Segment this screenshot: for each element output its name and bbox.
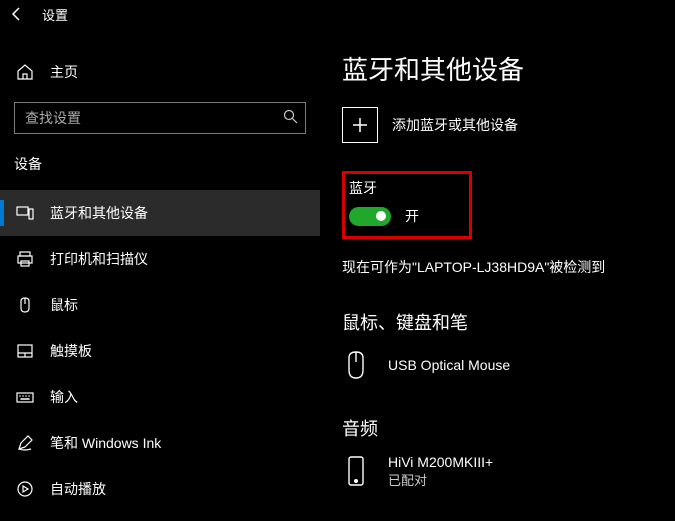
search-input[interactable] xyxy=(14,102,306,134)
device-name: USB Optical Mouse xyxy=(388,357,510,373)
mouse-device-icon xyxy=(342,347,370,383)
nav-item-mouse[interactable]: 鼠标 xyxy=(0,282,320,328)
autoplay-icon xyxy=(16,480,34,498)
bluetooth-toggle-row: 开 xyxy=(349,206,419,226)
nav-item-label: 自动播放 xyxy=(50,479,106,499)
nav-list: 蓝牙和其他设备 打印机和扫描仪 鼠标 触摸板 输入 xyxy=(0,190,320,512)
main-content: 蓝牙和其他设备 添加蓝牙或其他设备 蓝牙 开 现在可作为"LAPTOP-LJ38… xyxy=(320,0,675,521)
sidebar: 设置 主页 设备 蓝牙和其他设备 打印机和扫描仪 xyxy=(0,0,320,521)
printer-icon xyxy=(16,250,34,268)
sidebar-section-label: 设备 xyxy=(0,134,320,180)
toggle-knob xyxy=(376,211,386,221)
phone-device-icon xyxy=(342,453,370,489)
nav-item-autoplay[interactable]: 自动播放 xyxy=(0,466,320,512)
app-title: 设置 xyxy=(42,5,68,24)
device-status: 已配对 xyxy=(388,470,493,489)
page-title: 蓝牙和其他设备 xyxy=(342,50,675,87)
nav-item-bluetooth-devices[interactable]: 蓝牙和其他设备 xyxy=(0,190,320,236)
titlebar: 设置 xyxy=(0,0,320,28)
device-text: HiVi M200MKIII+ 已配对 xyxy=(388,454,493,489)
search-container xyxy=(14,102,306,134)
home-icon xyxy=(16,63,34,81)
nav-item-touchpad[interactable]: 触摸板 xyxy=(0,328,320,374)
bluetooth-toggle-section: 蓝牙 开 xyxy=(342,171,472,239)
nav-item-label: 输入 xyxy=(50,387,78,407)
nav-item-typing[interactable]: 输入 xyxy=(0,374,320,420)
device-row-audio[interactable]: HiVi M200MKIII+ 已配对 xyxy=(342,453,675,489)
devices-icon xyxy=(16,204,34,222)
nav-item-label: 触摸板 xyxy=(50,341,92,361)
device-name: HiVi M200MKIII+ xyxy=(388,454,493,470)
pen-icon xyxy=(16,434,34,452)
section-audio-title: 音频 xyxy=(342,415,675,441)
nav-item-pen-ink[interactable]: 笔和 Windows Ink xyxy=(0,420,320,466)
add-device-button[interactable]: 添加蓝牙或其他设备 xyxy=(342,107,675,143)
device-row-mouse[interactable]: USB Optical Mouse xyxy=(342,347,675,383)
nav-item-printers-scanners[interactable]: 打印机和扫描仪 xyxy=(0,236,320,282)
nav-item-label: 打印机和扫描仪 xyxy=(50,249,148,269)
back-button[interactable] xyxy=(8,5,26,23)
touchpad-icon xyxy=(16,342,34,360)
nav-home[interactable]: 主页 xyxy=(0,52,320,92)
nav-item-label: 蓝牙和其他设备 xyxy=(50,203,148,223)
keyboard-icon xyxy=(16,388,34,406)
nav-home-label: 主页 xyxy=(50,62,78,82)
bluetooth-toggle-state: 开 xyxy=(405,206,419,226)
bluetooth-label: 蓝牙 xyxy=(349,178,419,198)
section-mouse-kbd-pen-title: 鼠标、键盘和笔 xyxy=(342,309,675,335)
add-device-label: 添加蓝牙或其他设备 xyxy=(392,115,518,135)
nav-item-label: 笔和 Windows Ink xyxy=(50,433,161,453)
nav-item-label: 鼠标 xyxy=(50,295,78,315)
mouse-icon xyxy=(16,296,34,314)
search-icon[interactable] xyxy=(283,109,298,127)
device-text: USB Optical Mouse xyxy=(388,357,510,373)
discoverable-text: 现在可作为"LAPTOP-LJ38HD9A"被检测到 xyxy=(342,257,675,277)
bluetooth-toggle[interactable] xyxy=(349,207,391,226)
plus-icon xyxy=(342,107,378,143)
